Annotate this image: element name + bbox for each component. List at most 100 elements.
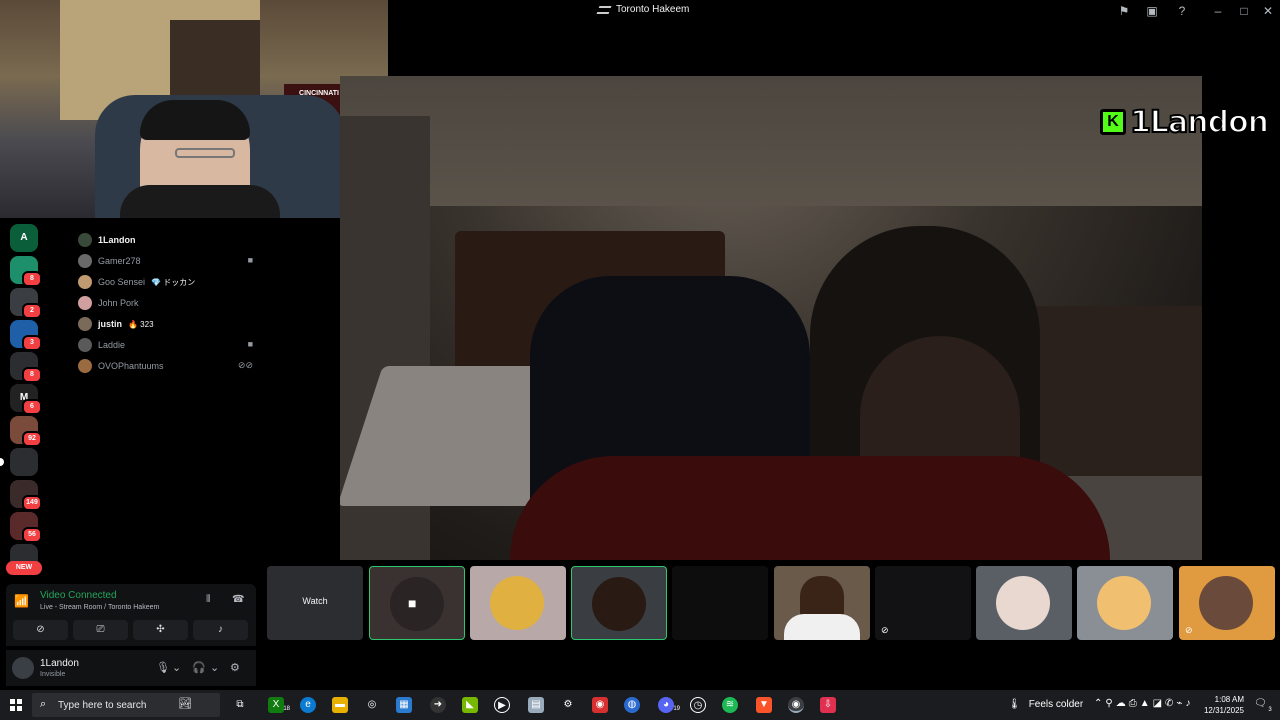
new-unreads-pill[interactable]: NEW: [6, 561, 42, 575]
avatar[interactable]: [12, 657, 34, 679]
participant-tile[interactable]: ⊘: [1179, 566, 1275, 640]
focused-stream-video[interactable]: [340, 76, 1202, 560]
settings-app-icon[interactable]: ◎: [364, 697, 380, 713]
user-status: Invisible: [40, 671, 66, 678]
member-item[interactable]: 1Landon: [78, 232, 253, 248]
chevron-down-icon[interactable]: ⌄: [210, 661, 219, 674]
xbox-app-icon[interactable]: X 18: [268, 697, 290, 713]
task-view-icon[interactable]: ⧉: [232, 697, 248, 713]
avatar: [592, 577, 646, 631]
webcam-streamer-glasses: [175, 148, 235, 158]
member-name: OVOPhantuums: [98, 361, 164, 371]
media-player-icon[interactable]: ▶: [494, 697, 510, 713]
member-item[interactable]: OVOPhantuums ⊘⊘: [78, 358, 253, 374]
discord-icon[interactable]: ◕ 19: [658, 697, 680, 713]
store-icon[interactable]: ▦: [396, 697, 412, 713]
window-title-text: Toronto Hakeem: [616, 4, 690, 15]
search-icon: ⌕: [40, 698, 47, 710]
screen-share-button[interactable]: ⎚: [73, 620, 128, 640]
voice-location[interactable]: Live - Stream Room / Toronto Hakeem: [40, 604, 159, 611]
participant-shirt: [784, 614, 860, 640]
taskbar-search[interactable]: ⌕ 🏞: [32, 693, 220, 717]
help-icon[interactable]: ?: [1174, 3, 1190, 19]
watch-stream-tile[interactable]: Watch: [267, 566, 363, 640]
participant-tile[interactable]: [976, 566, 1072, 640]
member-item[interactable]: Laddie ■: [78, 337, 253, 353]
participant-tile[interactable]: ⊘: [875, 566, 971, 640]
gear-icon[interactable]: ⚙: [560, 697, 576, 713]
server-icon-7[interactable]: [10, 448, 38, 476]
webcam-streamer-shirt: [120, 185, 280, 218]
server-icon-4[interactable]: 8: [10, 352, 42, 383]
noise-suppression-icon[interactable]: ⦀: [206, 594, 210, 605]
screen-share-icon: ⎚: [96, 624, 105, 635]
participant-video-tile[interactable]: [774, 566, 870, 640]
red-app-icon[interactable]: ⇩: [820, 697, 836, 713]
arrow-app-icon[interactable]: ➜: [430, 697, 446, 713]
microphone-icon[interactable]: 🎙: [156, 661, 170, 674]
chevron-down-icon[interactable]: ⌄: [172, 661, 181, 674]
watch-label: Watch: [302, 596, 328, 606]
close-icon[interactable]: ✕: [1260, 3, 1276, 19]
signal-strength-icon[interactable]: 📶: [14, 594, 29, 608]
weather-widget[interactable]: 🌡 Feels colder: [1008, 699, 1083, 710]
nvidia-icon[interactable]: ◣: [462, 697, 478, 713]
avatar: [490, 576, 544, 630]
headphones-icon[interactable]: 🎧: [192, 661, 206, 674]
participant-tile[interactable]: [1077, 566, 1173, 640]
brave-icon[interactable]: ▼: [756, 697, 772, 713]
search-highlight-icon: 🏞: [178, 698, 192, 710]
server-badge: 6: [22, 399, 42, 415]
stream-ceiling: [340, 76, 1202, 206]
camera-icon: ■: [247, 339, 253, 349]
server-badge: 8: [22, 367, 42, 383]
soundboard-button[interactable]: ♪: [193, 620, 248, 640]
chrome-icon[interactable]: ◉: [788, 697, 804, 713]
member-item[interactable]: Gamer278 ■: [78, 253, 253, 269]
server-icon-1[interactable]: 8: [10, 256, 42, 287]
user-name[interactable]: 1Landon: [40, 658, 79, 669]
server-icon-2[interactable]: 2: [10, 288, 42, 319]
recorder-icon[interactable]: ◉: [592, 697, 608, 713]
server-icon-9[interactable]: 56: [10, 512, 42, 543]
clock-app-icon[interactable]: ◷: [690, 697, 706, 713]
selected-server-pip: [0, 458, 4, 466]
member-item[interactable]: John Pork: [78, 295, 253, 311]
server-icon-8[interactable]: 149: [10, 480, 42, 511]
server-badge: 56: [22, 527, 42, 543]
calculator-icon[interactable]: ▤: [528, 697, 544, 713]
voice-status[interactable]: Video Connected: [40, 590, 117, 601]
windows-taskbar: ⌕ 🏞 ⧉ X18 e ▬ ◎ ▦ ➜ ◣ ▶ ▤ ⚙ ◉ ◍ ◕19 ◷ ≋ …: [0, 690, 1280, 720]
stream-person-shirt: [510, 456, 1110, 560]
server-icon-5[interactable]: M6: [10, 384, 42, 415]
taskbar-clock[interactable]: 1:08 AM 12/31/2025: [1200, 694, 1244, 716]
flag-icon[interactable]: ⚑: [1116, 3, 1132, 19]
activities-button[interactable]: ✣: [133, 620, 188, 640]
search-input[interactable]: [58, 697, 188, 713]
maximize-icon[interactable]: □: [1236, 3, 1252, 19]
server-icon-3[interactable]: 3: [10, 320, 42, 351]
participant-tile[interactable]: [571, 566, 667, 640]
disconnect-icon[interactable]: ☎: [232, 594, 244, 605]
member-item[interactable]: justin 🔥 323: [78, 316, 253, 332]
server-icon-6[interactable]: 92: [10, 416, 42, 447]
spotify-icon[interactable]: ≋: [722, 697, 738, 713]
participant-tile[interactable]: ■: [369, 566, 465, 640]
notification-center-icon[interactable]: 🗨 3: [1254, 698, 1272, 713]
camera-off-button[interactable]: ⊘: [13, 620, 68, 640]
file-explorer-icon[interactable]: ▬: [332, 697, 348, 713]
participant-tile[interactable]: [672, 566, 768, 640]
participant-tile[interactable]: [470, 566, 566, 640]
edge-icon[interactable]: e: [300, 697, 316, 713]
server-icon-0[interactable]: A: [10, 224, 38, 252]
minimize-icon[interactable]: –: [1210, 3, 1226, 19]
avatar: [78, 317, 92, 331]
weather-text: Feels colder: [1028, 699, 1084, 710]
gear-icon[interactable]: ⚙: [230, 661, 240, 674]
browser-icon[interactable]: ◍: [624, 697, 640, 713]
server-badge: 2: [22, 303, 42, 319]
popout-icon[interactable]: ▣: [1144, 3, 1160, 19]
system-tray-icons[interactable]: ⌃⚲☁⎙▲◪✆⌁♪: [1094, 698, 1193, 709]
member-item[interactable]: Goo Sensei 💎 ドッカン: [78, 274, 253, 290]
windows-start-icon[interactable]: [10, 699, 22, 711]
